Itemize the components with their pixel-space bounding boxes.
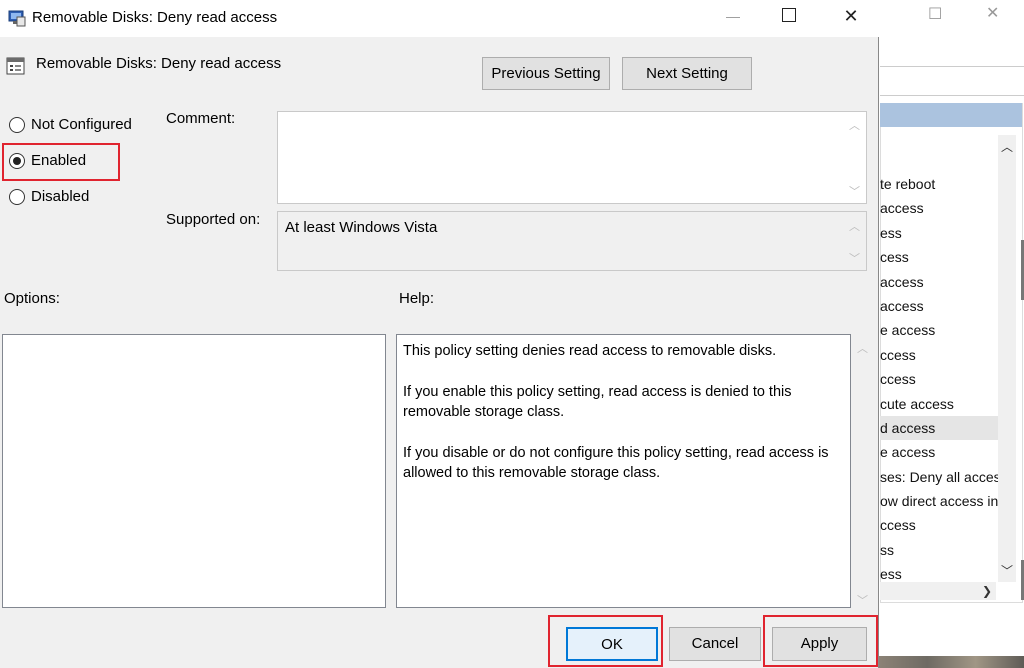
background-list-item[interactable]: ccess — [880, 343, 998, 367]
scroll-up-icon[interactable]: ︿ — [849, 218, 860, 234]
cancel-button[interactable]: Cancel — [669, 627, 761, 661]
background-list-items: te reboot access ess cess access access e acce… — [880, 172, 998, 584]
background-list-item[interactable]: te reboot — [880, 172, 998, 196]
help-paragraph: If you enable this policy setting, read … — [403, 383, 792, 421]
scroll-down-icon[interactable]: ﹀ — [849, 183, 860, 199]
scroll-right-icon[interactable]: ❯ — [982, 584, 992, 598]
background-list-item[interactable]: ess — [880, 221, 998, 245]
disabled-radio[interactable] — [9, 189, 25, 205]
background-list-header — [880, 103, 1022, 127]
background-list-item[interactable]: ccess — [880, 367, 998, 391]
policy-name: Removable Disks: Deny read access — [36, 55, 282, 72]
close-button[interactable]: ✕ — [842, 4, 860, 28]
help-paragraph: This policy setting denies read access t… — [403, 343, 777, 359]
desktop-background — [879, 656, 1024, 668]
highlight-box-apply — [763, 615, 878, 667]
help-pane[interactable]: This policy setting denies read access t… — [396, 334, 851, 608]
scroll-down-icon[interactable]: ﹀ — [849, 250, 860, 266]
background-list-item[interactable]: cute access — [880, 392, 998, 416]
background-list-item[interactable]: access — [880, 294, 998, 318]
comment-label: Comment: — [166, 110, 236, 127]
background-vertical-scrollbar[interactable] — [998, 135, 1016, 582]
next-setting-button[interactable]: Next Setting — [622, 57, 752, 90]
options-label: Options: — [4, 290, 60, 307]
window-title: Removable Disks: Deny read access — [32, 9, 278, 26]
highlight-box-ok — [548, 615, 663, 667]
supported-on-label: Supported on: — [166, 211, 261, 228]
background-list-item[interactable]: cess — [880, 245, 998, 269]
policy-editor-icon — [8, 10, 26, 27]
background-list-item[interactable]: d access — [880, 415, 998, 441]
maximize-button[interactable] — [782, 8, 796, 22]
options-pane — [2, 334, 386, 608]
background-maximize-icon[interactable]: ☐ — [928, 7, 942, 23]
not-configured-label[interactable]: Not Configured — [31, 116, 132, 133]
highlight-box-enabled — [2, 143, 120, 181]
background-list-item[interactable]: e access — [880, 318, 998, 342]
scroll-down-icon[interactable]: ﹀ — [857, 592, 868, 608]
background-list-item[interactable]: ess — [880, 562, 998, 584]
background-list-item[interactable]: access — [880, 270, 998, 294]
background-list-item[interactable]: e access — [880, 440, 998, 464]
policy-setting-icon — [6, 57, 25, 75]
background-horizontal-scrollbar[interactable] — [880, 582, 996, 600]
help-label: Help: — [399, 290, 435, 307]
background-list-item[interactable]: ss — [880, 538, 998, 562]
background-toolbar — [880, 66, 1024, 96]
background-list-item[interactable]: ow direct access in — [880, 489, 998, 513]
background-window-titlebar — [879, 0, 1024, 36]
comment-textarea[interactable] — [277, 111, 867, 204]
background-list-item[interactable]: ccess — [880, 513, 998, 537]
background-close-icon[interactable]: ✕ — [986, 6, 1002, 22]
scroll-up-icon[interactable]: ︿ — [1001, 138, 1013, 155]
scroll-down-icon[interactable]: ﹀ — [1001, 562, 1013, 579]
scroll-up-icon[interactable]: ︿ — [857, 340, 868, 356]
supported-on-value: At least Windows Vista — [285, 219, 438, 236]
previous-setting-button[interactable]: Previous Setting — [482, 57, 610, 90]
background-list-item[interactable]: access — [880, 196, 998, 220]
scroll-up-icon[interactable]: ︿ — [849, 117, 860, 133]
help-paragraph: If you disable or do not configure this … — [403, 444, 829, 482]
minimize-button[interactable]: — — [722, 4, 744, 28]
disabled-label[interactable]: Disabled — [31, 188, 89, 205]
not-configured-radio[interactable] — [9, 117, 25, 133]
background-list-item[interactable]: ses: Deny all access — [880, 465, 998, 489]
